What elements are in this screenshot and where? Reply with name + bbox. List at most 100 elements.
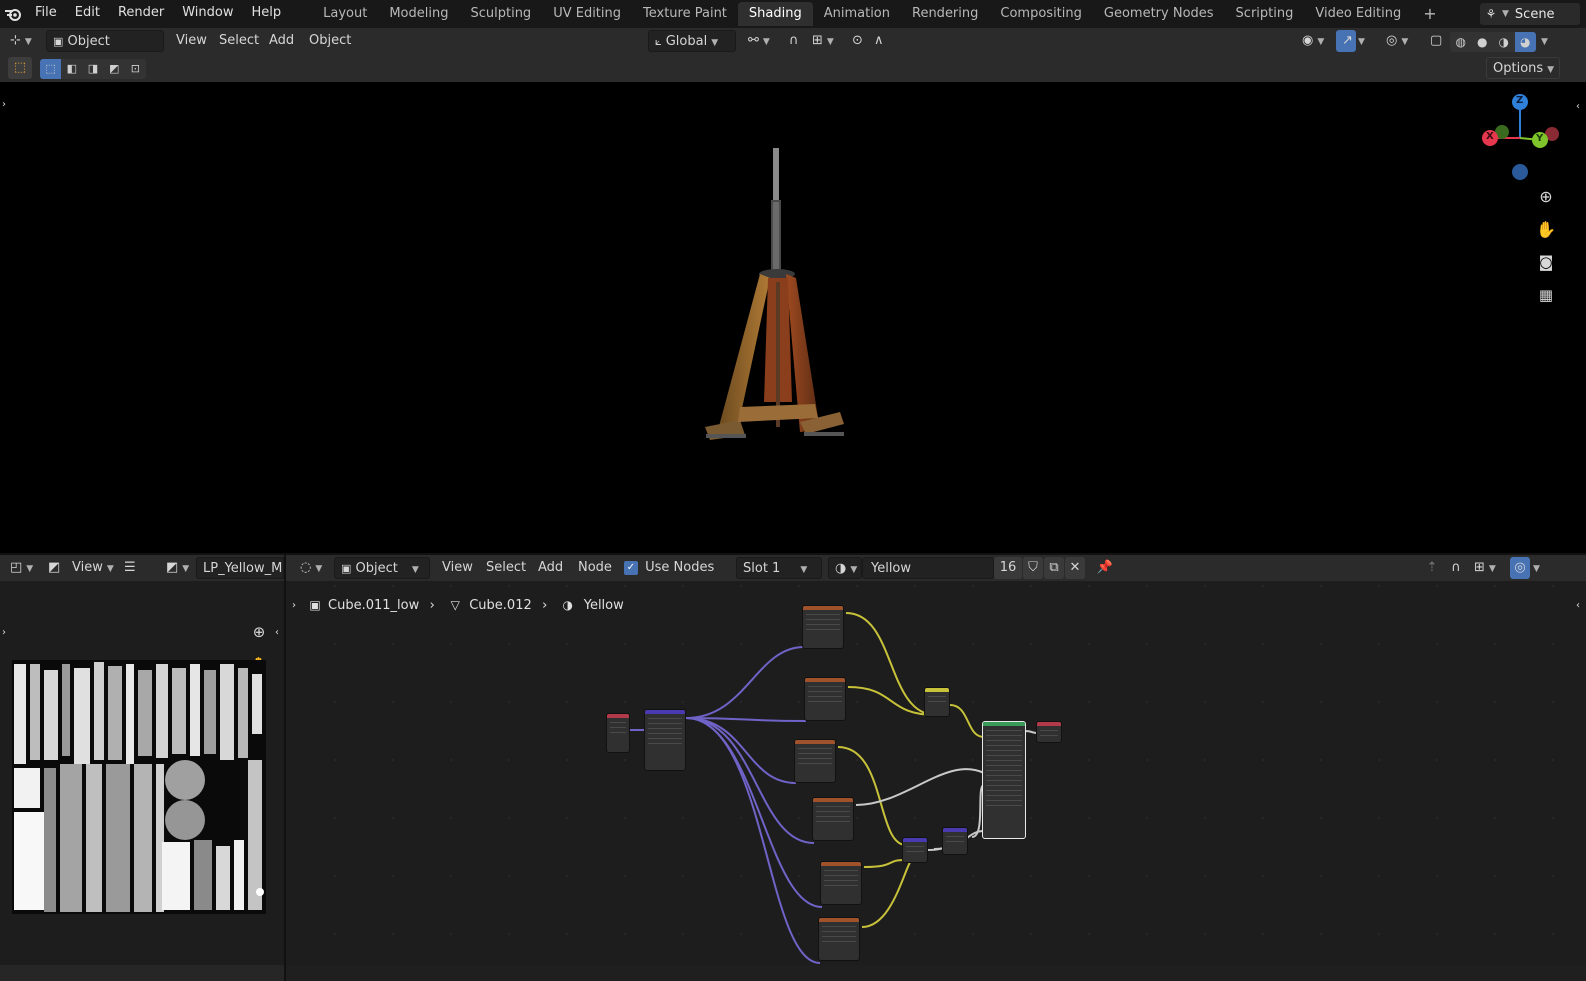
shading-mode-group: ◍ ● ◑ ◕ — [1450, 32, 1536, 52]
xray-toggle-button[interactable]: ▢ — [1424, 30, 1446, 52]
material-sphere-icon: ◑ — [1498, 35, 1509, 49]
menu-window[interactable]: Window — [173, 0, 242, 28]
zoom-icon[interactable]: ⊕ — [248, 621, 270, 643]
viewport-menu-select[interactable]: Select — [213, 30, 265, 52]
scene-selector[interactable]: ⚘ ▼ Scene — [1480, 3, 1580, 25]
browse-image-button[interactable]: ◩ ▼ — [160, 557, 194, 579]
tab-rendering[interactable]: Rendering — [901, 2, 989, 26]
select-subtract-button[interactable]: ◨ — [82, 59, 103, 79]
grid-perspective-icon[interactable]: ▦ — [1534, 283, 1558, 307]
overlays-button[interactable]: ◎ ▼ — [1380, 30, 1414, 52]
snap-target-button[interactable]: ⊞ ▼ — [806, 30, 842, 52]
editor-type-button[interactable]: ◰ ▼ — [4, 557, 38, 579]
add-workspace-button[interactable]: + — [1412, 2, 1447, 26]
image-texture-node[interactable] — [802, 605, 844, 649]
gizmo-dropdown[interactable]: ▼ — [1356, 30, 1372, 52]
top-menubar: File Edit Render Window Help Layout Mode… — [0, 0, 1586, 28]
select-tool-button[interactable]: ⬚ — [8, 57, 32, 79]
pivot-point-button[interactable]: ⚯ ▼ — [742, 30, 778, 52]
image-texture-node[interactable] — [812, 797, 854, 841]
select-intersect-button[interactable]: ⊡ — [125, 59, 146, 79]
tab-scripting[interactable]: Scripting — [1225, 2, 1305, 26]
select-new-icon: ⬚ — [45, 62, 56, 75]
3d-viewport[interactable]: Z X Y ⊕ ✋ ◙ ▦ ‹ › — [0, 82, 1586, 555]
tab-sculpting[interactable]: Sculpting — [459, 2, 542, 26]
select-invert-button[interactable]: ◩ — [104, 59, 125, 79]
image-texture-node[interactable] — [818, 917, 860, 961]
tab-modeling[interactable]: Modeling — [378, 2, 459, 26]
blender-logo-icon[interactable] — [0, 0, 26, 28]
image-texture-node[interactable] — [794, 739, 836, 783]
image-mode-button[interactable]: ◩ — [44, 557, 64, 579]
texture-coordinate-node[interactable] — [606, 713, 630, 753]
tab-texture-paint[interactable]: Texture Paint — [632, 2, 738, 26]
wireframe-sphere-icon: ◍ — [1455, 35, 1466, 49]
tab-video-editing[interactable]: Video Editing — [1304, 2, 1412, 26]
falloff-button[interactable]: ∧ — [868, 30, 898, 52]
transform-orientation-dropdown[interactable]: ⟀ Global ▼ — [648, 30, 736, 52]
editor-type-button[interactable]: ⊹ ▼ — [4, 30, 40, 52]
select-cursor-icon: ⬚ — [13, 60, 27, 75]
orientation-icon: ⟀ — [655, 35, 662, 48]
mapping-node[interactable] — [644, 709, 686, 771]
menu-edit[interactable]: Edit — [66, 0, 109, 28]
tab-uv-editing[interactable]: UV Editing — [542, 2, 632, 26]
snap-toggle-button[interactable]: ∩ — [783, 30, 805, 52]
tab-compositing[interactable]: Compositing — [989, 2, 1093, 26]
tab-geometry-nodes[interactable]: Geometry Nodes — [1093, 2, 1225, 26]
select-extend-button[interactable]: ◧ — [61, 59, 82, 79]
sidebar-toggle-icon[interactable]: ‹ — [1572, 98, 1584, 114]
principled-bsdf-node[interactable] — [982, 721, 1026, 839]
viewport-menu-object[interactable]: Object — [303, 30, 357, 52]
pivot-icon: ⚯ — [748, 33, 759, 48]
solid-shading-button[interactable]: ● — [1472, 32, 1494, 52]
image-menu-view[interactable]: View ▼ — [66, 557, 120, 579]
gizmo-x-label: X — [1486, 131, 1494, 142]
zoom-icon[interactable]: ⊕ — [1534, 184, 1558, 208]
image-texture-node[interactable] — [820, 861, 862, 905]
material-preview-button[interactable]: ◑ — [1493, 32, 1515, 52]
select-new-button[interactable]: ⬚ — [40, 59, 62, 79]
viewport-menu-add[interactable]: Add — [263, 30, 300, 52]
toolbar-toggle-icon[interactable]: › — [0, 96, 8, 112]
options-label: Options — [1493, 61, 1544, 76]
overlays-icon: ◎ — [1386, 33, 1398, 48]
sidebar-toggle-icon[interactable]: ‹ — [272, 625, 282, 639]
proportional-edit-button[interactable]: ⊙ — [846, 30, 868, 52]
object-mode-dropdown[interactable]: ▣ Object Mode▼ — [46, 30, 164, 71]
wireframe-shading-button[interactable]: ◍ — [1450, 32, 1472, 52]
rendered-shading-button[interactable]: ◕ — [1514, 32, 1536, 52]
gizmo-toggle-button[interactable]: ↗ — [1336, 30, 1356, 52]
camera-icon[interactable]: ◙ — [1534, 250, 1558, 274]
normal-map-node[interactable] — [902, 837, 928, 863]
tab-animation[interactable]: Animation — [813, 2, 901, 26]
axis-editor-icon: ⊹ — [10, 33, 21, 48]
image-name-field[interactable]: LP_Yellow_Meta — [196, 557, 284, 579]
gizmo-z-label: Z — [1516, 95, 1524, 106]
image-texture-node[interactable] — [804, 677, 846, 721]
image-editor-header: ◰▼ ◩ View▼ ☰ ◩▼ LP_Yellow_Meta — [0, 555, 284, 581]
hand-pan-icon[interactable]: ✋ — [1534, 217, 1558, 241]
area-divider[interactable] — [0, 553, 1586, 555]
chevron-down-icon: ▼ — [1502, 9, 1509, 19]
tab-layout[interactable]: Layout — [312, 2, 378, 26]
options-dropdown[interactable]: Options ▼ — [1486, 57, 1560, 79]
hamburger-menu-button[interactable]: ☰ — [120, 557, 142, 579]
material-output-node[interactable] — [1036, 721, 1062, 743]
texture-image[interactable] — [12, 660, 266, 914]
menu-help[interactable]: Help — [243, 0, 291, 28]
menu-render[interactable]: Render — [109, 0, 173, 28]
menu-file[interactable]: File — [26, 0, 66, 28]
tab-shading[interactable]: Shading — [737, 2, 813, 26]
bump-node[interactable] — [942, 827, 968, 855]
image-icon: ◩ — [48, 560, 61, 575]
visibility-dropdown[interactable]: ◉ ▼ — [1296, 30, 1330, 52]
shading-options-dropdown[interactable]: ▼ — [1538, 30, 1556, 52]
scene-icon: ⚘ — [1485, 7, 1497, 21]
shader-node-editor[interactable]: ◌ ▼ ▣ Object ▼ View Select Add Node ✓ Use … — [286, 555, 1586, 981]
color-mix-node[interactable] — [924, 687, 950, 717]
chevron-down-icon: ▼ — [711, 38, 719, 48]
toolbar-toggle-icon[interactable]: › — [0, 625, 8, 639]
viewport-menu-view[interactable]: View — [170, 30, 213, 52]
area-divider[interactable] — [284, 555, 286, 981]
